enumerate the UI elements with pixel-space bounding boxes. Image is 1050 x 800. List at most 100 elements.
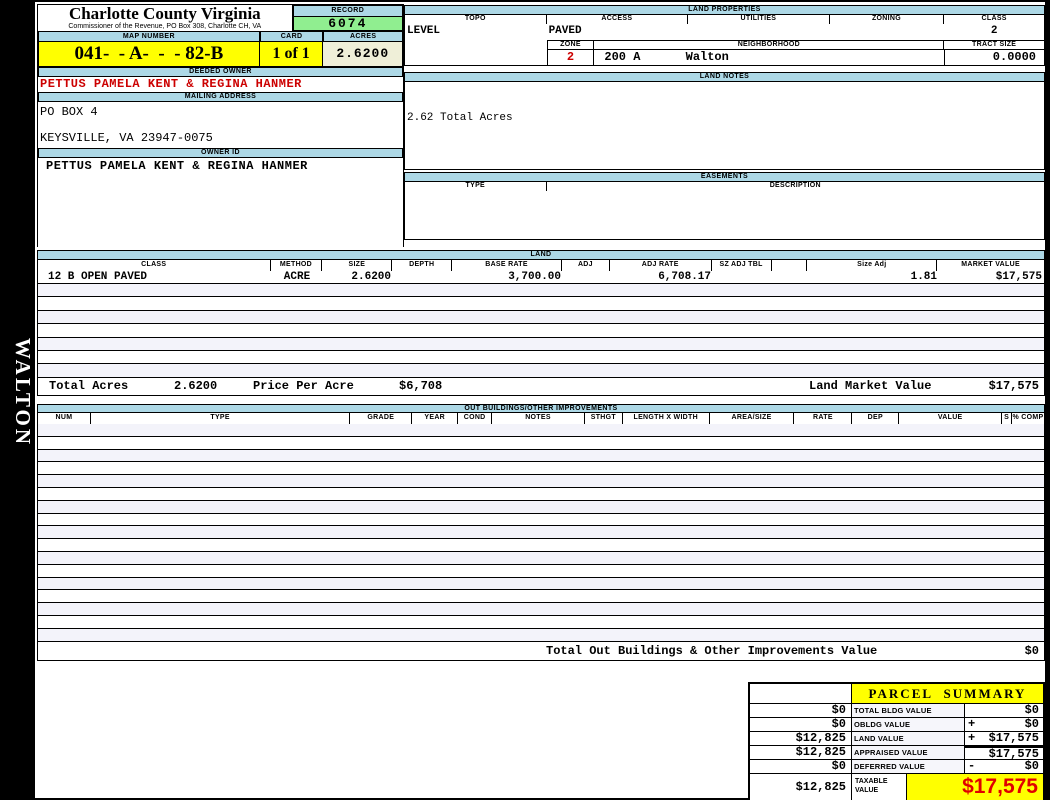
total-bldg-amount: $0 [1024,703,1039,717]
land-market-value-total: $17,575 [988,378,1039,393]
deeded-owner-label: DEEDED OWNER [38,67,403,77]
deferred-value-label: DEFERRED VALUE [852,760,965,774]
neighborhood-header: NEIGHBORHOOD [594,40,945,49]
zoning-value [830,24,945,40]
land-col-depth: DEPTH [392,260,453,271]
class-value: 2 [990,25,998,37]
empty-row [38,603,1044,616]
land-row: 12 B OPEN PAVED ACRE 2.6200 3,700.00 6,7… [37,271,1045,284]
out-buildings-total-value: $0 [1024,643,1039,658]
empty-row [38,577,1044,591]
ob-col-year: YEAR [412,413,459,424]
acres-label: ACRES [323,31,403,42]
zone-neighborhood-values: 2 200 A Walton 0.0000 [404,49,1045,66]
neighborhood-value: 200 A Walton [594,49,945,65]
out-buildings-empty-rows [37,424,1045,642]
land-base-rate: 3,700.00 [508,271,561,283]
card-label: CARD [259,31,324,42]
ob-col-s: S [1002,413,1013,424]
neighborhood-name: Walton [685,50,729,64]
ob-col-cond: COND [458,413,493,424]
empty-row [38,350,1044,365]
easements-title: EASEMENTS [404,172,1045,182]
mailing-address-value: PO BOX 4 KEYSVILLE, VA 23947-0075 [38,102,403,148]
obldg-amount: $0 [1024,717,1039,731]
land-col-blank [771,260,808,271]
summary-row-appraised: $12,825 APPRAISED VALUE $17,575 [750,746,1043,761]
county-header-row: Charlotte County Virginia Commissioner o… [38,5,403,31]
taxable-value: $17,575 [907,774,1043,800]
zone-row-spacer [405,40,547,49]
ob-col-pct-comp: % COMP [1012,413,1044,424]
mailing-address-label: MAILING ADDRESS [38,92,403,102]
parcel-summary-header: PARCEL SUMMARY [750,684,1043,704]
address-line-2: KEYSVILLE, VA 23947-0075 [40,131,213,145]
owner-panel: Charlotte County Virginia Commissioner o… [37,4,404,248]
address-line-1: PO BOX 4 [40,105,98,119]
prior-obldg-value: $0 [750,718,852,732]
ob-col-area-size: AREA/SIZE [709,413,795,424]
obldg-value-label: OBLDG VALUE [852,718,965,732]
empty-row [38,364,1044,378]
utilities-value [688,24,830,40]
land-col-market-value: MARKET VALUE [937,260,1044,271]
easements-box [404,191,1045,240]
easement-description-header: DESCRIPTION [546,182,1044,191]
land-size: 2.6200 [351,271,391,283]
land-col-class: CLASS [38,260,271,271]
total-bldg-value: $0 [965,704,1043,718]
prior-land-value: $12,825 [750,732,852,746]
empty-row [38,436,1044,450]
empty-row [38,539,1044,552]
owner-panel-empty-area [38,174,403,248]
total-acres-value: 2.6200 [174,378,218,393]
prior-taxable-value: $12,825 [750,774,852,800]
taxable-value-label: TAXABLE VALUE [852,774,907,800]
price-per-acre-value: $6,708 [399,378,443,393]
empty-row [38,424,1044,437]
land-value: + $17,575 [965,732,1043,746]
obldg-value: + $0 [965,718,1043,732]
appraised-value: $17,575 [965,746,1043,761]
access-value: PAVED [548,25,582,37]
obldg-operator: + [968,717,976,731]
ob-col-notes: NOTES [492,413,585,424]
land-class: 12 B OPEN PAVED [48,271,148,283]
deeded-owner-value: PETTUS PAMELA KENT & REGINA HANMER [40,77,302,91]
easements-headers: TYPE DESCRIPTION [404,182,1045,191]
total-bldg-value-label: TOTAL BLDG VALUE [852,704,965,718]
summary-row-deferred: $0 DEFERRED VALUE - $0 [750,760,1043,774]
summary-row-total-bldg: $0 TOTAL BLDG VALUE $0 [750,704,1043,718]
empty-row [38,628,1044,642]
ob-col-sthgt: STHGT [584,413,623,424]
land-col-size: SIZE [322,260,393,271]
empty-row [38,590,1044,604]
empty-row [38,564,1044,578]
land-title: LAND [37,250,1045,260]
empty-row [38,297,1044,311]
summary-row-taxable: $12,825 TAXABLE VALUE $17,575 [750,774,1043,800]
empty-row [38,449,1044,463]
land-col-size-adj: Size Adj [807,260,938,271]
record-box: RECORD 6074 [292,5,403,31]
prior-total-bldg-value: $0 [750,704,852,718]
zoning-header: ZONING [829,15,945,24]
out-buildings-title: OUT BUILDINGS/OTHER IMPROVEMENTS [37,404,1045,413]
land-adj-rate: 6,708.17 [658,271,711,283]
zone-value: 2 [546,49,595,65]
land-col-adj-rate: ADJ RATE [609,260,712,271]
land-market-value-label: Land Market Value [809,378,932,393]
deferred-value: - $0 [965,760,1043,774]
tract-size-header: TRACT SIZE [944,40,1045,49]
empty-row [38,615,1044,629]
zone-header: ZONE [546,40,595,49]
access-header: ACCESS [546,15,689,24]
parcel-summary: PARCEL SUMMARY $0 TOTAL BLDG VALUE $0 $0… [748,682,1045,800]
empty-row [38,337,1044,351]
appraised-value-label: APPRAISED VALUE [852,746,965,760]
topo-value: LEVEL [407,25,441,37]
total-acres-label: Total Acres [49,378,129,393]
acres-value: 2.6200 [323,42,403,67]
empty-row [38,551,1044,565]
land-column-headers: CLASS METHOD SIZE DEPTH BASE RATE ADJ AD… [37,260,1045,271]
